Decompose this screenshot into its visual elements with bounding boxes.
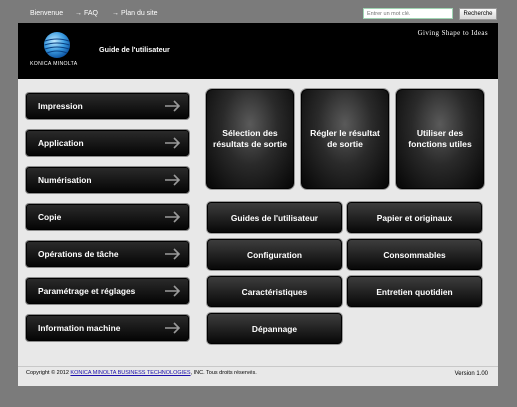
link-faq-label: FAQ [84, 10, 99, 17]
copyright-text: Copyright © 2012 KONICA MINOLTA BUSINESS… [26, 370, 257, 376]
link-bienvenue-label: Bienvenue [30, 10, 64, 17]
top-bar: Bienvenue →FAQ →Plan du site Recherche [0, 0, 517, 22]
depannage-button[interactable]: Dépannage [207, 313, 342, 344]
entretien-quotidien-button[interactable]: Entretien quotidien [347, 276, 482, 307]
big-button-label: Utiliser des fonctions utiles [408, 127, 472, 149]
menu-operations-de-tache-button[interactable]: Opérations de tâche [26, 241, 189, 267]
medium-button-label: Caractéristiques [241, 286, 308, 297]
menu-label: Copie [38, 212, 62, 222]
arrow-right-icon [165, 100, 181, 112]
regler-le-resultat-button[interactable]: Régler le résultat de sortie [301, 89, 389, 189]
arrow-right-icon [165, 322, 181, 334]
papier-et-originaux-button[interactable]: Papier et originaux [347, 202, 482, 233]
medium-button-label: Papier et originaux [376, 212, 453, 223]
menu-label: Paramétrage et réglages [38, 286, 136, 296]
link-plan-du-site-label: Plan du site [121, 10, 158, 17]
utiliser-fonctions-utiles-button[interactable]: Utiliser des fonctions utiles [396, 89, 484, 189]
menu-label: Application [38, 138, 84, 148]
medium-button-label: Guides de l'utilisateur [230, 212, 319, 223]
big-button-label: Sélection des résultats de sortie [212, 127, 288, 149]
consommables-button[interactable]: Consommables [347, 239, 482, 270]
link-plan-du-site[interactable]: → Plan du site [112, 10, 158, 17]
logo-text: KONICA MINOLTA [30, 61, 78, 67]
main-panel: Impression Application Numérisation Copi… [18, 79, 498, 366]
menu-label: Impression [38, 101, 83, 111]
caracteristiques-button[interactable]: Caractéristiques [207, 276, 342, 307]
menu-label: Opérations de tâche [38, 249, 119, 259]
menu-numerisation-button[interactable]: Numérisation [26, 167, 189, 193]
menu-copie-button[interactable]: Copie [26, 204, 189, 230]
link-bienvenue[interactable]: Bienvenue [30, 10, 63, 17]
version-label: Version 1.00 [454, 371, 488, 377]
konica-minolta-globe-icon [44, 32, 70, 58]
arrow-right-icon: → [75, 10, 82, 17]
guides-utilisateur-button[interactable]: Guides de l'utilisateur [207, 202, 342, 233]
big-button-label: Régler le résultat de sortie [310, 127, 380, 149]
medium-button-label: Dépannage [251, 323, 298, 334]
medium-button-label: Entretien quotidien [376, 286, 453, 297]
selection-des-resultats-button[interactable]: Sélection des résultats de sortie [206, 89, 294, 189]
header-banner: KONICA MINOLTA Guide de l'utilisateur Gi… [18, 23, 498, 79]
menu-label: Numérisation [38, 175, 92, 185]
medium-button-label: Configuration [247, 249, 302, 260]
menu-label: Information machine [38, 323, 121, 333]
page-title: Guide de l'utilisateur [99, 45, 170, 54]
link-faq[interactable]: → FAQ [75, 10, 98, 17]
tagline: Giving Shape to Ideas [417, 29, 488, 37]
menu-application-button[interactable]: Application [26, 130, 189, 156]
search-button[interactable]: Recherche [459, 8, 497, 20]
arrow-right-icon [165, 174, 181, 186]
copyright-prefix: Copyright © 2012 [26, 370, 71, 376]
medium-button-label: Consommables [383, 249, 446, 260]
copyright-suffix: , INC. Tous droits réservés. [190, 370, 257, 376]
menu-parametrage-et-reglages-button[interactable]: Paramétrage et réglages [26, 278, 189, 304]
arrow-right-icon [165, 285, 181, 297]
company-link[interactable]: KONICA MINOLTA BUSINESS TECHNOLOGIES [70, 370, 190, 376]
search-input[interactable] [363, 8, 453, 19]
arrow-right-icon [165, 248, 181, 260]
configuration-button[interactable]: Configuration [207, 239, 342, 270]
arrow-right-icon [165, 137, 181, 149]
menu-information-machine-button[interactable]: Information machine [26, 315, 189, 341]
arrow-right-icon: → [112, 10, 119, 17]
footer: Copyright © 2012 KONICA MINOLTA BUSINESS… [18, 366, 498, 386]
menu-impression-button[interactable]: Impression [26, 93, 189, 119]
arrow-right-icon [165, 211, 181, 223]
